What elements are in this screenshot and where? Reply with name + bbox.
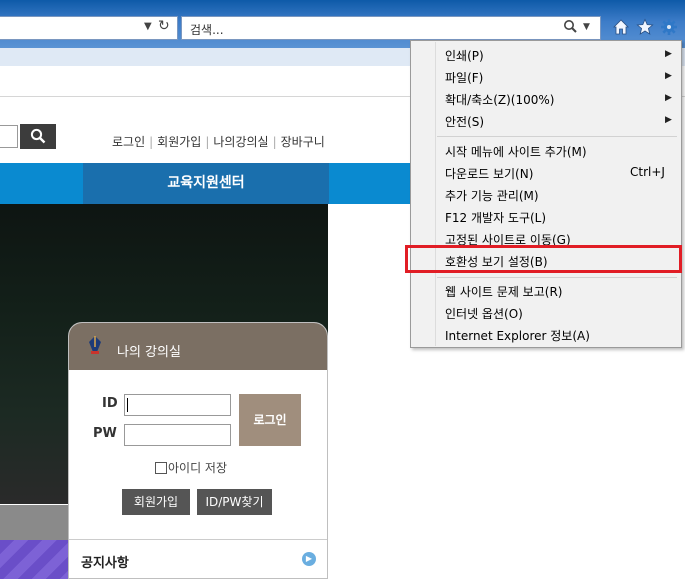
menu-separator	[437, 277, 677, 278]
refresh-icon[interactable]: ↻	[158, 18, 170, 34]
downloads-shortcut: Ctrl+J	[630, 165, 665, 179]
site-search-button[interactable]	[20, 124, 56, 149]
link-separator: |	[272, 135, 277, 149]
menu-item-about-ie[interactable]: Internet Explorer 정보(A)	[445, 327, 590, 344]
login-button[interactable]: 로그인	[239, 394, 301, 446]
favorites-star-icon[interactable]	[635, 18, 655, 38]
cart-link[interactable]: 장바구니	[281, 135, 325, 149]
menu-separator	[437, 136, 677, 137]
menu-item-manage-addons[interactable]: 추가 기능 관리(M)	[445, 187, 539, 204]
my-classroom-panel: 나의 강의실 ID PW 로그인 아이디 저장 회원가입 ID/PW찾기 공지사…	[68, 322, 328, 579]
join-link[interactable]: 회원가입	[157, 135, 201, 149]
notice-title: 공지사항	[81, 556, 129, 571]
address-dropdown-icon[interactable]: ▼	[144, 21, 152, 32]
submenu-arrow-icon: ▶	[665, 49, 672, 59]
menu-item-safety[interactable]: 안전(S)	[445, 113, 484, 130]
browser-search-box[interactable]: 검색... ▼	[181, 16, 601, 40]
login-link[interactable]: 로그인	[112, 135, 145, 149]
link-separator: |	[205, 135, 210, 149]
site-search-input[interactable]	[0, 125, 18, 148]
search-icon	[30, 128, 46, 144]
id-input[interactable]	[124, 394, 231, 416]
submenu-arrow-icon: ▶	[665, 93, 672, 103]
pw-input[interactable]	[124, 424, 231, 446]
nav-education-support-center[interactable]: 교육지원센터	[83, 163, 329, 204]
menu-item-report-problem[interactable]: 웹 사이트 문제 보고(R)	[445, 283, 562, 300]
tools-gear-icon[interactable]	[659, 18, 679, 38]
panel-header: 나의 강의실	[69, 323, 327, 370]
highlight-box	[405, 245, 682, 273]
hero-purple-pattern	[0, 540, 68, 579]
search-dropdown-icon[interactable]: ▼	[583, 22, 590, 32]
pw-label: PW	[93, 426, 117, 441]
menu-item-print[interactable]: 인쇄(P)	[445, 47, 484, 64]
save-id-label: 아이디 저장	[168, 461, 228, 475]
menu-item-view-downloads[interactable]: 다운로드 보기(N)	[445, 165, 533, 182]
link-separator: |	[149, 135, 154, 149]
tools-menu: 인쇄(P) ▶ 파일(F) ▶ 확대/축소(Z)(100%) ▶ 안전(S) ▶…	[410, 40, 682, 348]
menu-item-add-site-to-start[interactable]: 시작 메뉴에 사이트 추가(M)	[445, 143, 587, 160]
menu-item-f12-devtools[interactable]: F12 개발자 도구(L)	[445, 209, 546, 226]
home-icon[interactable]	[611, 18, 631, 38]
submenu-arrow-icon: ▶	[665, 115, 672, 125]
find-id-pw-button[interactable]: ID/PW찾기	[197, 489, 272, 515]
browser-search-placeholder: 검색...	[190, 23, 224, 37]
menu-item-file[interactable]: 파일(F)	[445, 69, 483, 86]
join-button[interactable]: 회원가입	[122, 489, 190, 515]
play-more-icon[interactable]: ▶	[302, 552, 316, 566]
id-label: ID	[102, 396, 118, 411]
divider	[69, 539, 327, 540]
menu-gutter	[435, 42, 436, 346]
save-id-option[interactable]: 아이디 저장	[155, 459, 227, 476]
menu-item-internet-options[interactable]: 인터넷 옵션(O)	[445, 305, 523, 322]
top-links: 로그인 | 회원가입 | 나의강의실 | 장바구니	[112, 133, 325, 150]
submenu-arrow-icon: ▶	[665, 71, 672, 81]
pen-nib-icon	[85, 335, 105, 360]
menu-item-zoom[interactable]: 확대/축소(Z)(100%)	[445, 91, 554, 108]
panel-title: 나의 강의실	[117, 345, 181, 360]
search-icon[interactable]	[563, 19, 577, 37]
save-id-checkbox[interactable]	[155, 462, 167, 474]
my-classroom-link[interactable]: 나의강의실	[213, 135, 268, 149]
